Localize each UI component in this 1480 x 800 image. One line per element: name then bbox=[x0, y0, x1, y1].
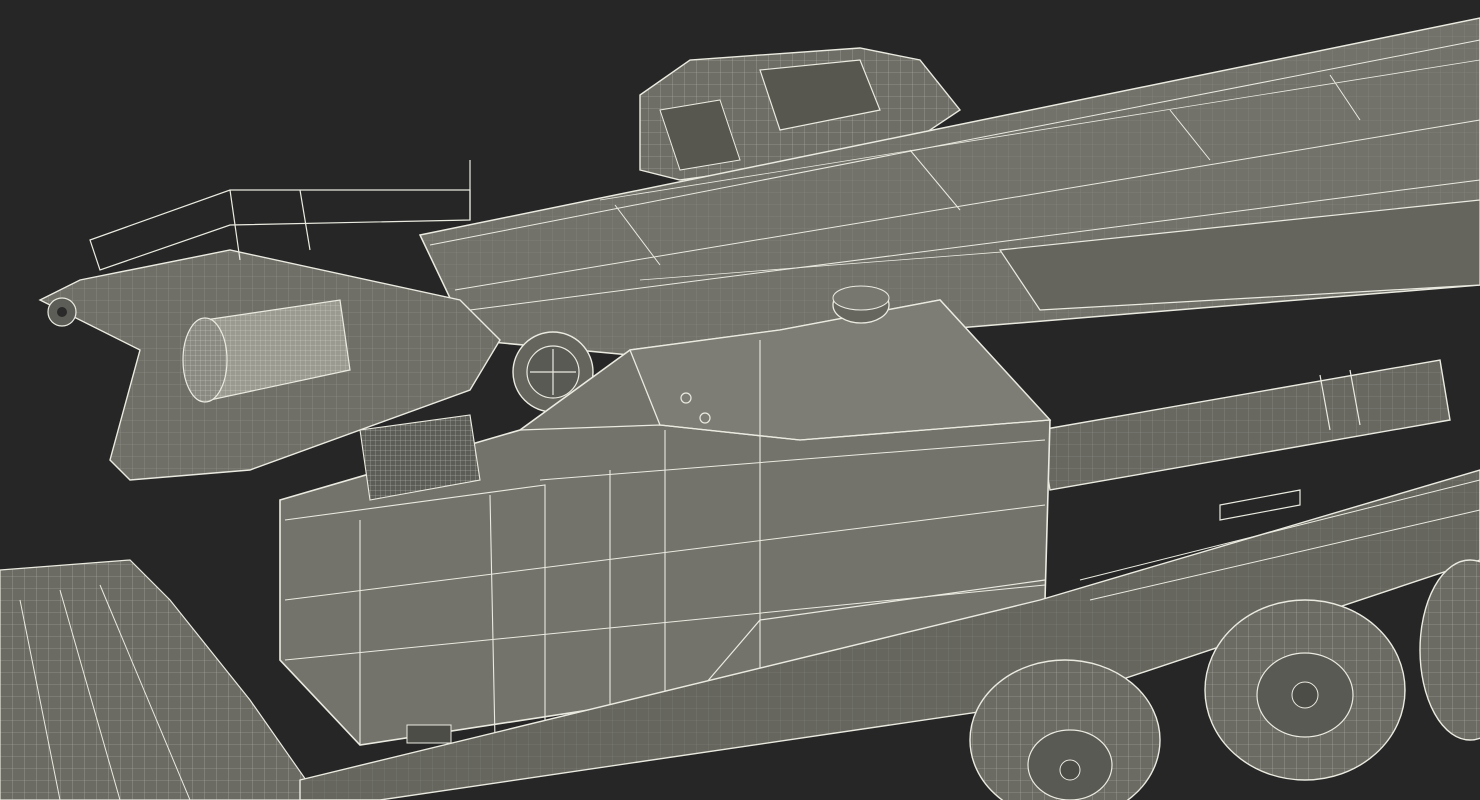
crane-wireframe-render bbox=[0, 0, 1480, 800]
render-viewport bbox=[0, 0, 1480, 800]
wheel-middle bbox=[1204, 599, 1406, 781]
